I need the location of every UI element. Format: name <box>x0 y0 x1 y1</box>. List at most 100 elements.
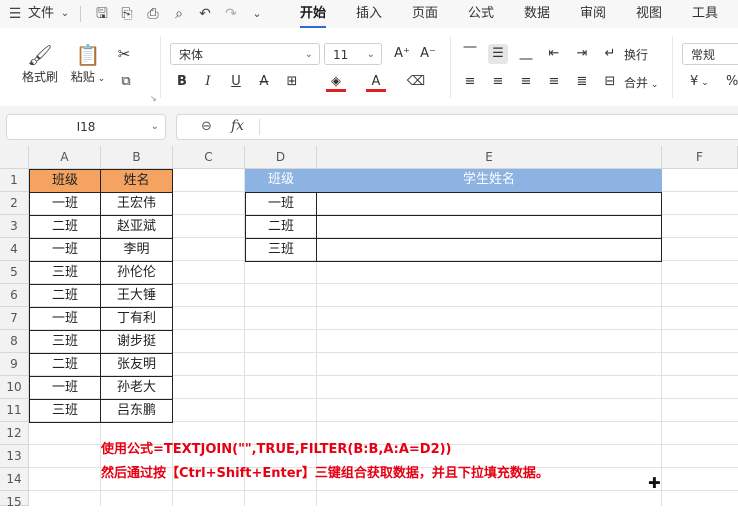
table-cell[interactable]: 二班 <box>29 353 101 377</box>
table-cell[interactable]: 三班 <box>245 238 317 262</box>
column-header-b[interactable]: B <box>101 146 173 169</box>
redo-icon[interactable]: ↷ <box>222 5 240 23</box>
row-header[interactable]: 8 <box>0 330 29 353</box>
indent-decrease-icon[interactable]: ⇤ <box>544 44 564 64</box>
row-header[interactable]: 11 <box>0 399 29 422</box>
border-icon[interactable]: ⊞ <box>282 72 302 92</box>
select-all-corner[interactable] <box>0 146 29 169</box>
strikethrough-button[interactable]: A <box>254 72 274 92</box>
print-preview-icon[interactable]: ⌕ <box>170 5 188 23</box>
column-header-c[interactable]: C <box>173 146 245 169</box>
table-cell[interactable]: 三班 <box>29 261 101 285</box>
row-header[interactable]: 15 <box>0 491 29 509</box>
decrease-font-icon[interactable]: A⁻ <box>418 44 438 64</box>
increase-font-icon[interactable]: A⁺ <box>392 44 412 64</box>
clear-format-icon[interactable]: ⌫ <box>406 72 426 92</box>
fill-color-icon[interactable]: ◈ <box>326 72 346 92</box>
row-header[interactable]: 14 <box>0 468 29 491</box>
table-cell[interactable]: 李明 <box>100 238 173 262</box>
row-header[interactable]: 10 <box>0 376 29 399</box>
font-size-select[interactable]: 11 ⌄ <box>324 43 382 65</box>
table-cell[interactable]: 三班 <box>29 330 101 354</box>
table-cell[interactable]: 吕东鹏 <box>100 399 173 423</box>
table-cell[interactable]: 孙老大 <box>100 376 173 400</box>
zoom-icon[interactable]: ⊖ <box>201 119 212 134</box>
table-cell[interactable]: 丁有利 <box>100 307 173 331</box>
file-menu[interactable]: 文件 <box>28 4 54 24</box>
align-right-icon[interactable]: ≡ <box>516 72 536 92</box>
copy-icon[interactable]: ⧉ <box>116 72 136 92</box>
table-cell[interactable]: 一班 <box>29 376 101 400</box>
tab-home[interactable]: 开始 <box>300 4 326 28</box>
paste-button[interactable]: 📋 粘贴 ⌄ <box>68 42 108 85</box>
table-cell[interactable]: 一班 <box>29 238 101 262</box>
undo-icon[interactable]: ↶ <box>196 5 214 23</box>
align-center-icon[interactable]: ≡ <box>488 72 508 92</box>
underline-button[interactable]: U <box>226 72 246 92</box>
table-cell[interactable]: 王大锤 <box>100 284 173 308</box>
row-header[interactable]: 2 <box>0 192 29 215</box>
align-middle-icon[interactable]: ☰ <box>488 44 508 64</box>
justify-icon[interactable]: ≡ <box>544 72 564 92</box>
row-header[interactable]: 1 <box>0 169 29 192</box>
distributed-icon[interactable]: ≣ <box>572 72 592 92</box>
indent-increase-icon[interactable]: ⇥ <box>572 44 592 64</box>
tab-page[interactable]: 页面 <box>412 4 438 26</box>
font-color-icon[interactable]: A <box>366 72 386 92</box>
tab-tools[interactable]: 工具 <box>692 4 718 26</box>
font-name-select[interactable]: 宋体 ⌄ <box>170 43 320 65</box>
header-cell[interactable]: 姓名 <box>100 169 173 193</box>
align-bottom-icon[interactable]: ⎽ <box>516 44 536 64</box>
formula-input[interactable]: ⊖ fx <box>176 114 738 140</box>
header-cell[interactable]: 学生姓名 <box>316 169 662 193</box>
print-icon[interactable]: ⎙ <box>144 5 162 23</box>
table-cell[interactable]: 王宏伟 <box>100 192 173 216</box>
number-format-select[interactable]: 常规 <box>682 43 738 65</box>
row-header[interactable]: 3 <box>0 215 29 238</box>
merge-button[interactable]: 合并 ⌄ <box>624 74 658 91</box>
row-header[interactable]: 6 <box>0 284 29 307</box>
save-icon[interactable]: 🖫 <box>93 5 111 23</box>
row-header[interactable]: 5 <box>0 261 29 284</box>
wrap-text-button[interactable]: 换行 <box>624 46 648 63</box>
bold-button[interactable]: B <box>172 72 192 92</box>
name-box[interactable]: I18 ⌄ <box>6 114 166 140</box>
currency-format-button[interactable]: ¥ ⌄ <box>690 74 709 89</box>
table-cell[interactable] <box>316 192 662 216</box>
table-cell[interactable]: 一班 <box>29 192 101 216</box>
table-cell[interactable]: 孙伦伦 <box>100 261 173 285</box>
dialog-launcher-icon[interactable]: ↘ <box>150 94 157 103</box>
row-header[interactable]: 13 <box>0 445 29 468</box>
row-header[interactable]: 4 <box>0 238 29 261</box>
table-cell[interactable]: 赵亚斌 <box>100 215 173 239</box>
percent-format-button[interactable]: % <box>726 74 738 89</box>
tab-insert[interactable]: 插入 <box>356 4 382 26</box>
row-header[interactable]: 12 <box>0 422 29 445</box>
header-cell[interactable]: 班级 <box>29 169 101 193</box>
header-cell[interactable]: 班级 <box>245 169 317 193</box>
table-cell[interactable]: 三班 <box>29 399 101 423</box>
table-cell[interactable] <box>316 238 662 262</box>
hamburger-menu-icon[interactable]: ☰ <box>6 5 24 23</box>
table-cell[interactable]: 谢步挺 <box>100 330 173 354</box>
chevron-down-icon[interactable]: ⌄ <box>56 5 74 23</box>
column-header-d[interactable]: D <box>245 146 317 169</box>
merge-icon[interactable]: ⊟ <box>600 72 620 92</box>
table-cell[interactable]: 二班 <box>245 215 317 239</box>
fx-icon[interactable]: fx <box>231 118 244 134</box>
format-painter-button[interactable]: 🖌 格式刷 <box>20 42 60 85</box>
column-header-e[interactable]: E <box>317 146 662 169</box>
align-top-icon[interactable]: ⎺ <box>460 44 480 64</box>
table-cell[interactable]: 二班 <box>29 284 101 308</box>
table-cell[interactable]: 一班 <box>29 307 101 331</box>
table-cell[interactable]: 二班 <box>29 215 101 239</box>
row-header[interactable]: 9 <box>0 353 29 376</box>
wrap-icon[interactable]: ↵ <box>600 44 620 64</box>
tab-data[interactable]: 数据 <box>524 4 550 26</box>
column-header-f[interactable]: F <box>662 146 738 169</box>
table-cell[interactable]: 一班 <box>245 192 317 216</box>
row-header[interactable]: 7 <box>0 307 29 330</box>
cut-icon[interactable]: ✂ <box>114 44 134 64</box>
share-icon[interactable]: ⎘ <box>118 5 136 23</box>
italic-button[interactable]: I <box>198 72 218 92</box>
